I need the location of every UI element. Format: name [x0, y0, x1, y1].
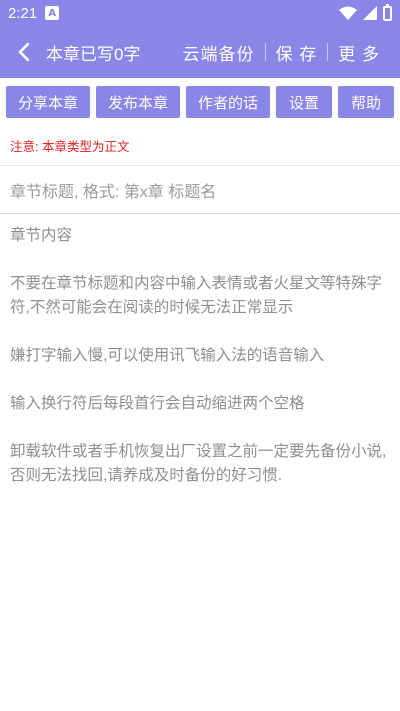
- content-placeholder-line: 卸载软件或者手机恢复出厂设置之前一定要先备份小说,否则无法找回,请养成及时备份的…: [10, 443, 387, 484]
- chapter-content-input[interactable]: 章节内容 不要在章节标题和内容中输入表情或者火星文等特殊字符,不然可能会在阅读的…: [0, 214, 400, 522]
- content-placeholder-line: 不要在章节标题和内容中输入表情或者火星文等特殊字符,不然可能会在阅读的时候无法正…: [10, 275, 383, 316]
- battery-icon: [383, 3, 392, 21]
- status-bar: 2:21 A: [0, 0, 400, 26]
- save-button[interactable]: 保 存: [266, 40, 328, 65]
- publish-chapter-button[interactable]: 发布本章: [96, 86, 180, 118]
- back-arrow-icon: [18, 42, 30, 62]
- app-bar-actions: 云端备份 保 存 更 多: [173, 40, 390, 65]
- cloud-backup-button[interactable]: 云端备份: [173, 40, 265, 65]
- chapter-toolbar: 分享本章 发布本章 作者的话 设置 帮助: [0, 78, 400, 126]
- chapter-title-input[interactable]: 章节标题, 格式: 第x章 标题名: [0, 166, 400, 214]
- author-note-button[interactable]: 作者的话: [186, 86, 270, 118]
- status-time: 2:21: [8, 4, 38, 22]
- more-button[interactable]: 更 多: [328, 40, 390, 65]
- app-bar: 本章已写0字 云端备份 保 存 更 多: [0, 26, 400, 78]
- share-chapter-button[interactable]: 分享本章: [6, 86, 90, 118]
- settings-button[interactable]: 设置: [276, 86, 332, 118]
- back-button[interactable]: [12, 40, 36, 64]
- signal-icon: [363, 6, 377, 20]
- status-icons: [339, 3, 392, 21]
- help-button[interactable]: 帮助: [338, 86, 394, 118]
- notification-app-icon: A: [45, 6, 60, 20]
- chapter-type-notice: 注意: 本章类型为正文: [0, 126, 400, 166]
- page-title: 本章已写0字: [46, 44, 141, 64]
- content-placeholder-line: 章节内容: [10, 227, 73, 244]
- content-placeholder-line: 输入换行符后每段首行会自动缩进两个空格: [10, 395, 305, 412]
- content-placeholder-line: 嫌打字输入慢,可以使用讯飞输入法的语音输入: [10, 347, 325, 364]
- wifi-icon: [339, 6, 357, 20]
- editor-screen: 2:21 A 本章已写0字 云端备份 保 存 更 多 分享本章 发布本章 作者的…: [0, 0, 400, 711]
